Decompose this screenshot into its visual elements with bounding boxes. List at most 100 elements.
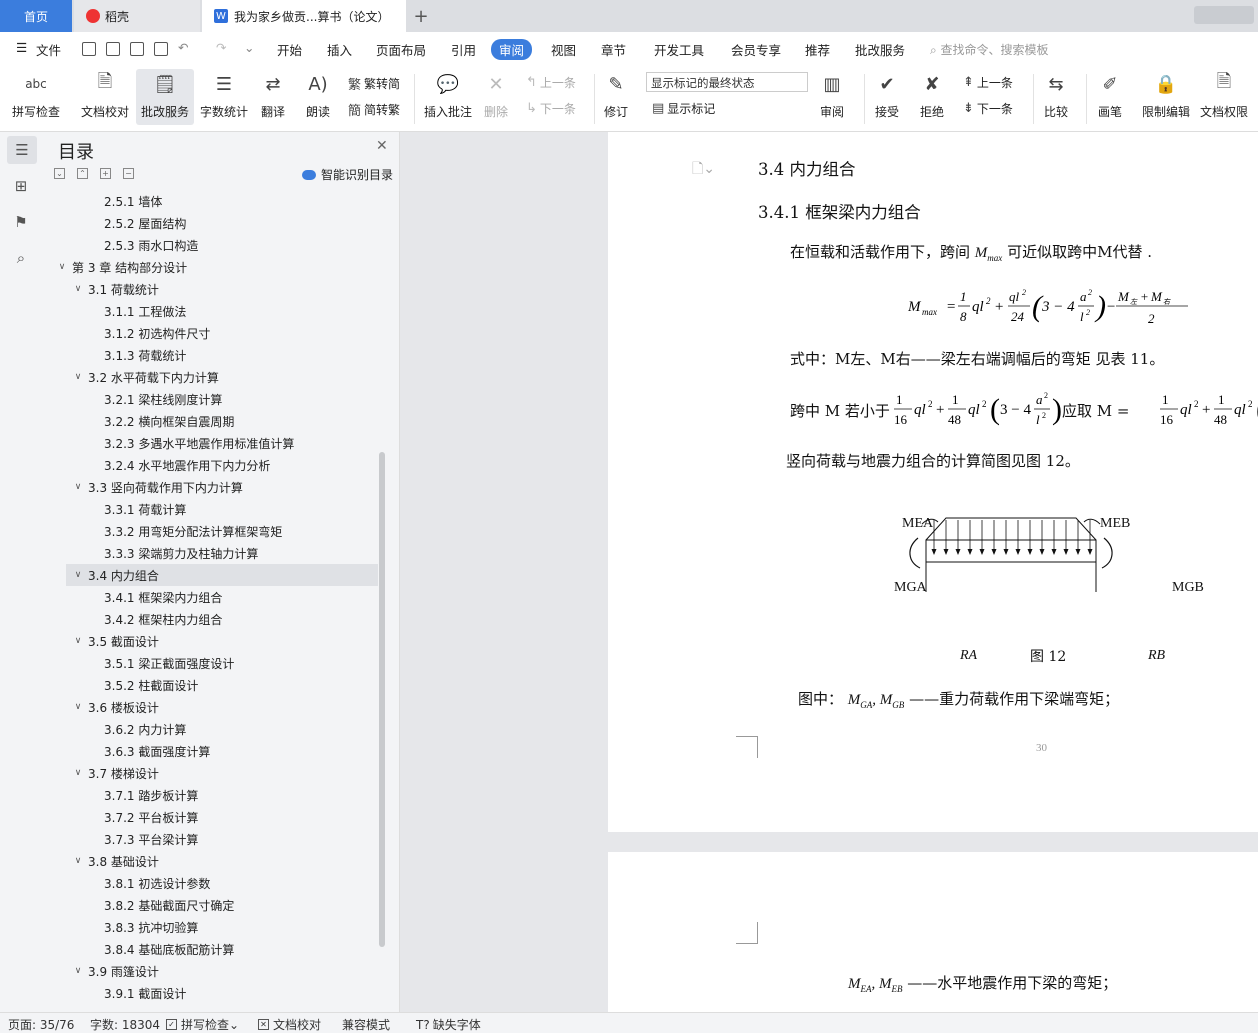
chevron-down-icon[interactable]: ∨ [72, 372, 84, 382]
toc-panel-icon[interactable]: ☰ [7, 136, 37, 164]
status-doc-check[interactable]: ✕ 文档校对 [258, 1016, 321, 1033]
chevron-down-icon[interactable]: ∨ [72, 768, 84, 778]
tab-daoke[interactable]: 稻壳 [74, 0, 200, 32]
chevron-down-icon[interactable]: ∨ [72, 284, 84, 294]
pen-button[interactable]: ✐ 画笔 [1096, 70, 1124, 120]
toc-item[interactable]: 3.1.2 初选构件尺寸 [104, 322, 210, 344]
toc-item[interactable]: 3.1.1 工程做法 [104, 300, 186, 322]
toc-item[interactable]: 3.6.3 截面强度计算 [104, 740, 210, 762]
read-aloud-button[interactable]: A) 朗读 [304, 70, 332, 120]
toc-item[interactable]: ∨ 3.8 基础设计 [72, 850, 159, 872]
smart-toc-button[interactable]: 智能识别目录 [302, 166, 393, 183]
print-preview-icon[interactable] [154, 42, 168, 56]
chevron-down-icon[interactable]: ∨ [72, 570, 84, 580]
print-icon[interactable] [130, 42, 144, 56]
toc-item[interactable]: 3.2.2 横向框架自震周期 [104, 410, 234, 432]
toc-item[interactable]: 3.7.1 踏步板计算 [104, 784, 198, 806]
toc-item[interactable]: 3.3.3 梁端剪力及柱轴力计算 [104, 542, 258, 564]
menu-member[interactable]: 会员专享 [731, 40, 781, 59]
toc-item[interactable]: 3.8.1 初选设计参数 [104, 872, 210, 894]
show-markup-button[interactable]: ▤ 显示标记 [652, 100, 715, 117]
toc-scrollbar[interactable] [379, 452, 385, 947]
review-pane-button[interactable]: ▥ 审阅 [818, 70, 846, 120]
toc-item[interactable]: 3.3.2 用弯矩分配法计算框架弯矩 [104, 520, 282, 542]
tab-document[interactable]: W 我为家乡做贡...算书（论文） [202, 0, 406, 32]
export-pdf-icon[interactable] [106, 42, 120, 56]
doc-permission-button[interactable]: 🗎 文档权限 [1200, 70, 1248, 120]
tab-home[interactable]: 首页 [0, 0, 72, 32]
more-quick-icon[interactable]: ⌄ [244, 40, 254, 55]
chapter-nav-icon[interactable]: ⊞ [11, 176, 31, 196]
toc-item[interactable]: ∨ 3.4 内力组合 [66, 564, 378, 586]
menu-dev-tools[interactable]: 开发工具 [654, 40, 704, 59]
menu-chapter[interactable]: 章节 [601, 40, 626, 59]
toc-item[interactable]: 3.2.3 多遇水平地震作用标准值计算 [104, 432, 294, 454]
toc-item[interactable]: 3.9.1 截面设计 [104, 982, 186, 1001]
markup-state-select[interactable]: 显示标记的最终状态 [646, 72, 808, 92]
toc-item[interactable]: 3.6.2 内力计算 [104, 718, 186, 740]
expand-all-icon[interactable]: ⌄ [54, 168, 65, 179]
chevron-down-icon[interactable]: ∨ [72, 636, 84, 646]
word-count-button[interactable]: ☰ 字数统计 [200, 70, 248, 120]
remove-heading-icon[interactable]: − [123, 168, 134, 179]
next-change-button[interactable]: ⇟ 下一条 [963, 100, 1013, 117]
window-controls[interactable] [1194, 6, 1254, 24]
toc-item[interactable]: ∨ 3.9 雨篷设计 [72, 960, 159, 982]
toc-item[interactable]: 3.3.1 荷载计算 [104, 498, 186, 520]
toc-item[interactable]: 3.4.2 框架柱内力组合 [104, 608, 222, 630]
command-search[interactable]: ⌕ 查找命令、搜索模板 [930, 41, 1049, 58]
toc-item[interactable]: 3.2.1 梁柱线刚度计算 [104, 388, 222, 410]
spell-check-button[interactable]: abc 拼写检查 [12, 70, 60, 120]
menu-start[interactable]: 开始 [277, 40, 302, 59]
toc-item[interactable]: 3.8.3 抗冲切验算 [104, 916, 198, 938]
page-menu-icon[interactable]: 🗋⌄ [692, 158, 715, 182]
next-comment-button[interactable]: ↳ 下一条 [526, 100, 576, 117]
bookmark-icon[interactable]: ⚑ [11, 212, 31, 232]
toc-item[interactable]: 3.4.1 框架梁内力组合 [104, 586, 222, 608]
toc-item[interactable]: ∨ 3.7 楼梯设计 [72, 762, 159, 784]
save-icon[interactable] [82, 42, 96, 56]
menu-recommend[interactable]: 推荐 [805, 40, 830, 59]
reject-button[interactable]: ✘ 拒绝 [918, 70, 946, 120]
insert-comment-button[interactable]: 💬 插入批注 [424, 70, 472, 120]
toc-item[interactable]: ∨ 第 3 章 结构部分设计 [56, 256, 187, 278]
toc-item[interactable]: 3.7.3 平台梁计算 [104, 828, 198, 850]
restrict-edit-button[interactable]: 🔒 限制编辑 [1142, 70, 1190, 120]
page-indicator[interactable]: 页面: 35/76 [8, 1016, 74, 1033]
chevron-down-icon[interactable]: ∨ [72, 702, 84, 712]
toc-item[interactable]: 3.5.1 梁正截面强度设计 [104, 652, 234, 674]
trad-to-simp-button[interactable]: 繁繁转简 [348, 74, 400, 93]
toc-item[interactable]: 2.5.1 墙体 [104, 190, 162, 212]
prev-comment-button[interactable]: ↰ 上一条 [526, 74, 576, 91]
undo-icon[interactable]: ↶ [178, 40, 188, 55]
toc-item[interactable]: 3.5.2 柱截面设计 [104, 674, 198, 696]
toc-item[interactable]: ∨ 3.6 楼板设计 [72, 696, 159, 718]
menu-review[interactable]: 审阅 [491, 39, 533, 60]
missing-font[interactable]: T? 缺失字体 [416, 1016, 481, 1033]
revise-service-button[interactable]: 🗒 批改服务 [136, 69, 194, 125]
toc-item[interactable]: 3.7.2 平台板计算 [104, 806, 198, 828]
redo-icon[interactable]: ↷ [216, 40, 226, 55]
toc-item[interactable]: ∨ 3.5 截面设计 [72, 630, 159, 652]
add-heading-icon[interactable]: + [100, 168, 111, 179]
toc-item[interactable]: ∨ 3.3 竖向荷载作用下内力计算 [72, 476, 243, 498]
translate-button[interactable]: ⇄ 翻译 [259, 70, 287, 120]
word-count-indicator[interactable]: 字数: 18304 [90, 1016, 160, 1033]
track-changes-button[interactable]: ✎ 修订 [602, 70, 630, 120]
toc-item[interactable]: ∨ 3.2 水平荷载下内力计算 [72, 366, 219, 388]
menu-insert[interactable]: 插入 [327, 40, 352, 59]
chevron-down-icon[interactable]: ∨ [72, 966, 84, 976]
prev-change-button[interactable]: ⇞ 上一条 [963, 74, 1013, 91]
status-spell-check[interactable]: ✓ 拼写检查 ⌄ [166, 1016, 239, 1033]
menu-file[interactable]: 文件 [36, 40, 61, 59]
toc-item[interactable]: 3.8.4 基础底板配筋计算 [104, 938, 234, 960]
hamburger-icon[interactable]: ☰ [16, 40, 27, 55]
toc-item[interactable]: 3.2.4 水平地震作用下内力分析 [104, 454, 270, 476]
menu-view[interactable]: 视图 [551, 40, 576, 59]
compare-button[interactable]: ⇆ 比较 [1042, 70, 1070, 120]
menu-revise-service[interactable]: 批改服务 [855, 40, 905, 59]
doc-check-button[interactable]: 🗎 文档校对 [81, 70, 129, 120]
delete-comment-button[interactable]: ✕ 删除 [482, 70, 510, 120]
toc-item[interactable]: 3.1.3 荷载统计 [104, 344, 186, 366]
close-icon[interactable]: ✕ [376, 138, 388, 154]
